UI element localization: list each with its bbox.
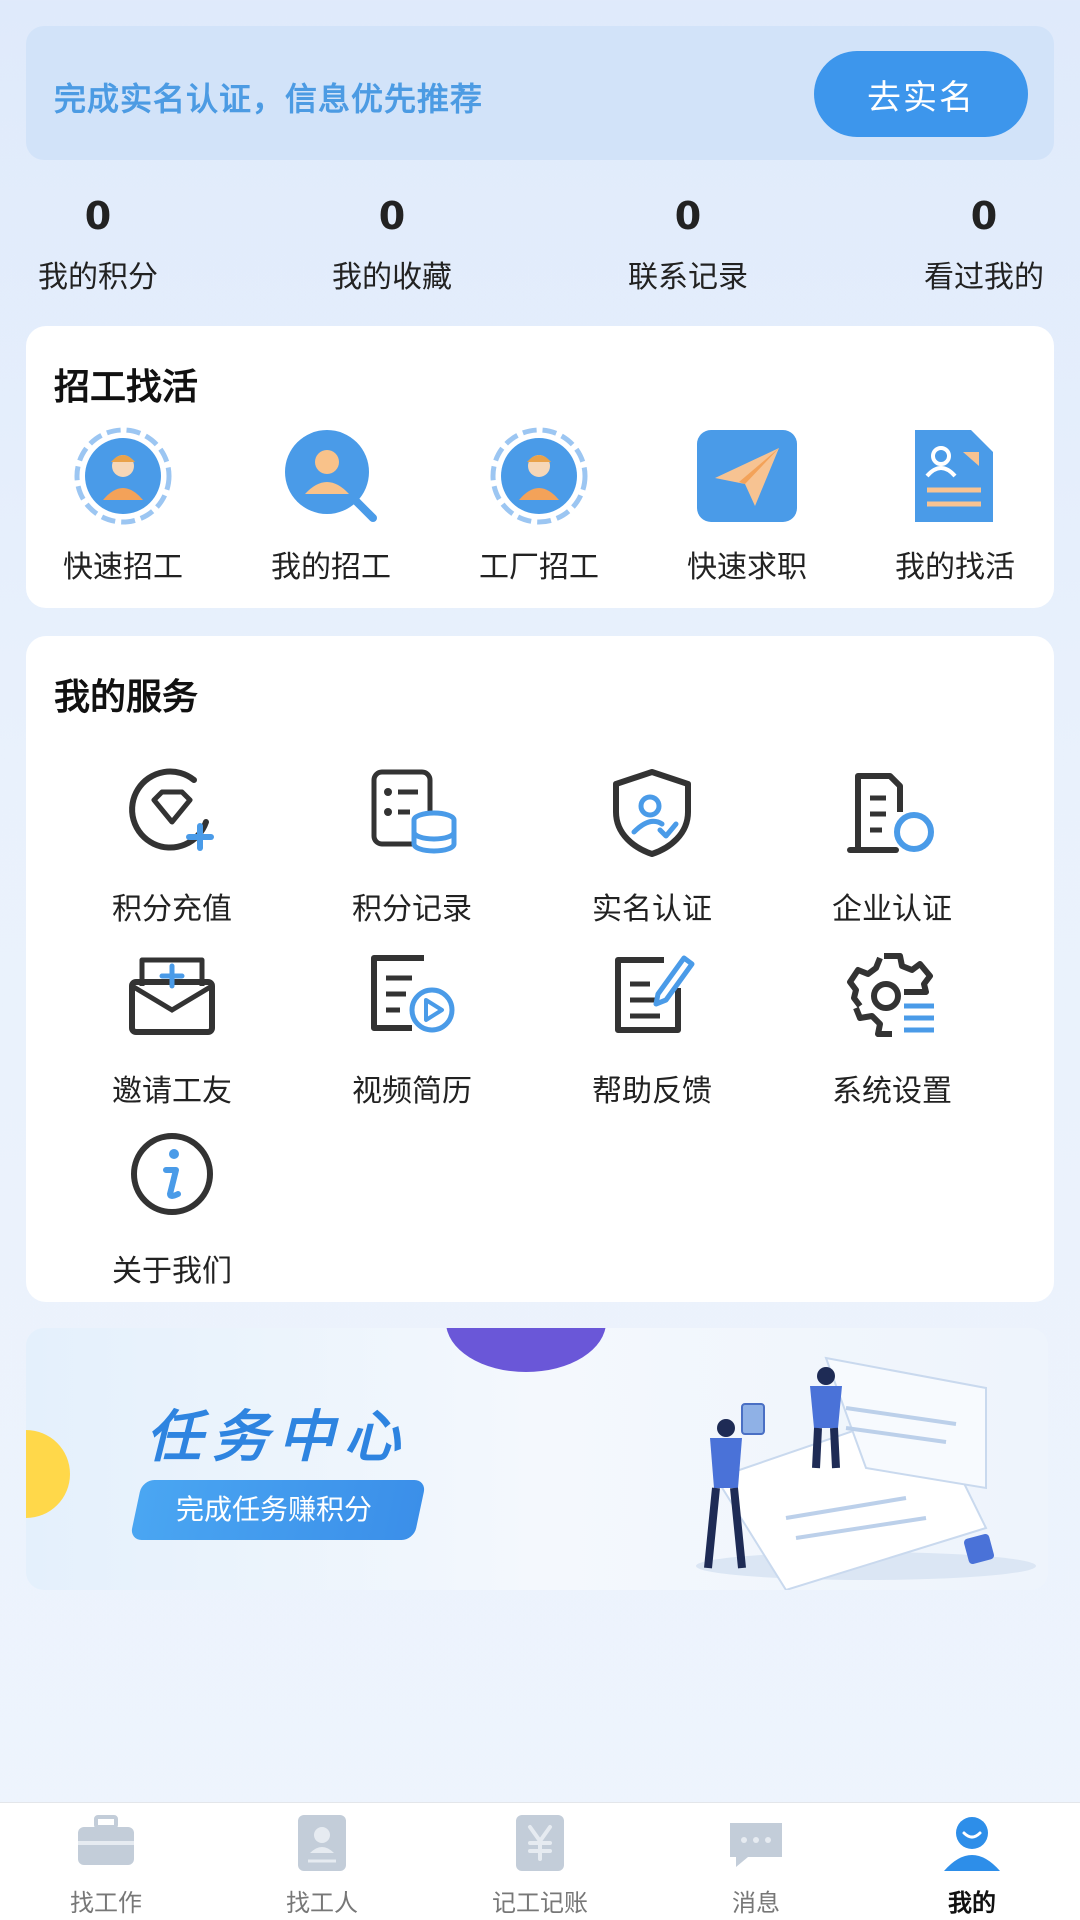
tab-find-worker[interactable]: 找工人 (242, 1813, 402, 1918)
service-section-card: 我的服务 积分充值 积分记录 实名认证 企业认证 邀请工友 视频简历 帮助反馈 … (26, 636, 1054, 1302)
profile-icon (944, 1817, 1000, 1871)
service-label: 视频简历 (352, 1074, 472, 1109)
stat-value: 0 (674, 194, 702, 238)
task-center-subtitle-text: 完成任务赚积分 (176, 1493, 373, 1526)
job-label: 工厂招工 (479, 550, 599, 585)
job-item-quick-hire[interactable]: 快速招工 (33, 426, 213, 586)
shield-user-icon (613, 769, 691, 857)
list-coins-icon (371, 769, 457, 854)
service-video-resume[interactable]: 视频简历 (312, 946, 512, 1110)
job-item-my-hire[interactable]: 我的招工 (241, 426, 421, 586)
edit-document-icon (615, 955, 695, 1033)
stat-contact-records[interactable]: 0 联系记录 (588, 190, 788, 296)
user-search-icon (276, 426, 386, 526)
job-label: 我的招工 (271, 550, 391, 585)
task-center-title: 任务中心 (146, 1405, 410, 1470)
service-points-recharge[interactable]: 积分充值 (72, 764, 272, 928)
service-points-record[interactable]: 积分记录 (312, 764, 512, 928)
job-section-title: 招工找活 (54, 367, 199, 408)
service-label: 帮助反馈 (592, 1074, 712, 1109)
stat-label: 我的积分 (38, 260, 158, 295)
job-label: 我的找活 (895, 550, 1015, 585)
stat-label: 联系记录 (628, 260, 748, 295)
job-label: 快速求职 (687, 550, 807, 585)
job-item-factory-hire[interactable]: 工厂招工 (449, 426, 629, 586)
task-center-subtitle: 完成任务赚积分 (129, 1480, 427, 1540)
service-system-settings[interactable]: 系统设置 (792, 946, 992, 1110)
job-item-quick-job-search[interactable]: 快速求职 (657, 426, 837, 586)
stats-row: 0 我的积分 0 我的收藏 0 联系记录 0 看过我的 (0, 190, 1080, 300)
envelope-plus-icon (129, 957, 215, 1035)
stat-value: 0 (970, 194, 998, 238)
worker-badge-icon (68, 426, 178, 526)
job-item-my-job-search[interactable]: 我的找活 (865, 426, 1045, 586)
job-grid: 快速招工 我的招工 工厂招工 快速求职 我的找活 (26, 426, 1054, 586)
stat-label: 我的收藏 (332, 260, 452, 295)
service-label: 积分充值 (112, 892, 232, 927)
bottom-tab-bar: 找工作 找工人 记工记账 消息 我的 (0, 1802, 1080, 1920)
video-document-icon (371, 955, 455, 1033)
service-section-title: 我的服务 (54, 677, 199, 718)
tab-work-ledger[interactable]: 记工记账 (460, 1813, 620, 1918)
tab-label: 找工作 (70, 1889, 142, 1917)
go-realname-button[interactable]: 去实名 (814, 51, 1028, 137)
job-section-card: 招工找活 快速招工 我的招工 工厂招工 快速求职 我的找活 (26, 326, 1054, 608)
stat-label: 看过我的 (924, 260, 1044, 295)
service-label: 企业认证 (832, 892, 952, 927)
stat-value: 0 (378, 194, 406, 238)
tab-label: 找工人 (286, 1889, 358, 1917)
stat-points[interactable]: 0 我的积分 (0, 190, 198, 296)
building-search-icon (847, 773, 934, 853)
tab-messages[interactable]: 消息 (676, 1813, 836, 1918)
realname-banner-text: 完成实名认证，信息优先推荐 (54, 80, 484, 118)
paper-plane-icon (692, 426, 802, 526)
tab-find-job[interactable]: 找工作 (26, 1813, 186, 1918)
briefcase-icon (78, 1815, 134, 1865)
task-center-banner[interactable]: 任务中心 完成任务赚积分 (26, 1328, 1048, 1590)
service-invite-workers[interactable]: 邀请工友 (72, 946, 272, 1110)
service-label: 积分记录 (352, 892, 472, 927)
tab-label: 消息 (732, 1889, 780, 1917)
realname-banner: 完成实名认证，信息优先推荐 去实名 (26, 26, 1054, 160)
yuan-ledger-icon (516, 1815, 564, 1871)
stat-favorites[interactable]: 0 我的收藏 (292, 190, 492, 296)
tab-mine[interactable]: 我的 (892, 1813, 1052, 1918)
service-label: 关于我们 (112, 1254, 232, 1289)
service-label: 实名认证 (592, 892, 712, 927)
resume-document-icon (900, 426, 1010, 526)
service-label: 系统设置 (832, 1074, 952, 1109)
worker-badge-icon (484, 426, 594, 526)
gear-icon (847, 953, 934, 1037)
stat-viewed-me[interactable]: 0 看过我的 (884, 190, 1080, 296)
service-label: 邀请工友 (112, 1074, 232, 1109)
service-realname-auth[interactable]: 实名认证 (552, 764, 752, 928)
tab-label: 我的 (948, 1889, 996, 1917)
service-enterprise-auth[interactable]: 企业认证 (792, 764, 992, 928)
chat-bubble-icon (730, 1823, 782, 1867)
diamond-plus-icon (129, 768, 214, 851)
service-help-feedback[interactable]: 帮助反馈 (552, 946, 752, 1110)
info-icon (131, 1133, 213, 1215)
worker-card-icon (298, 1815, 346, 1871)
job-label: 快速招工 (63, 550, 183, 585)
stat-value: 0 (84, 194, 112, 238)
tab-label: 记工记账 (492, 1889, 588, 1917)
service-about-us[interactable]: 关于我们 (72, 1126, 272, 1290)
